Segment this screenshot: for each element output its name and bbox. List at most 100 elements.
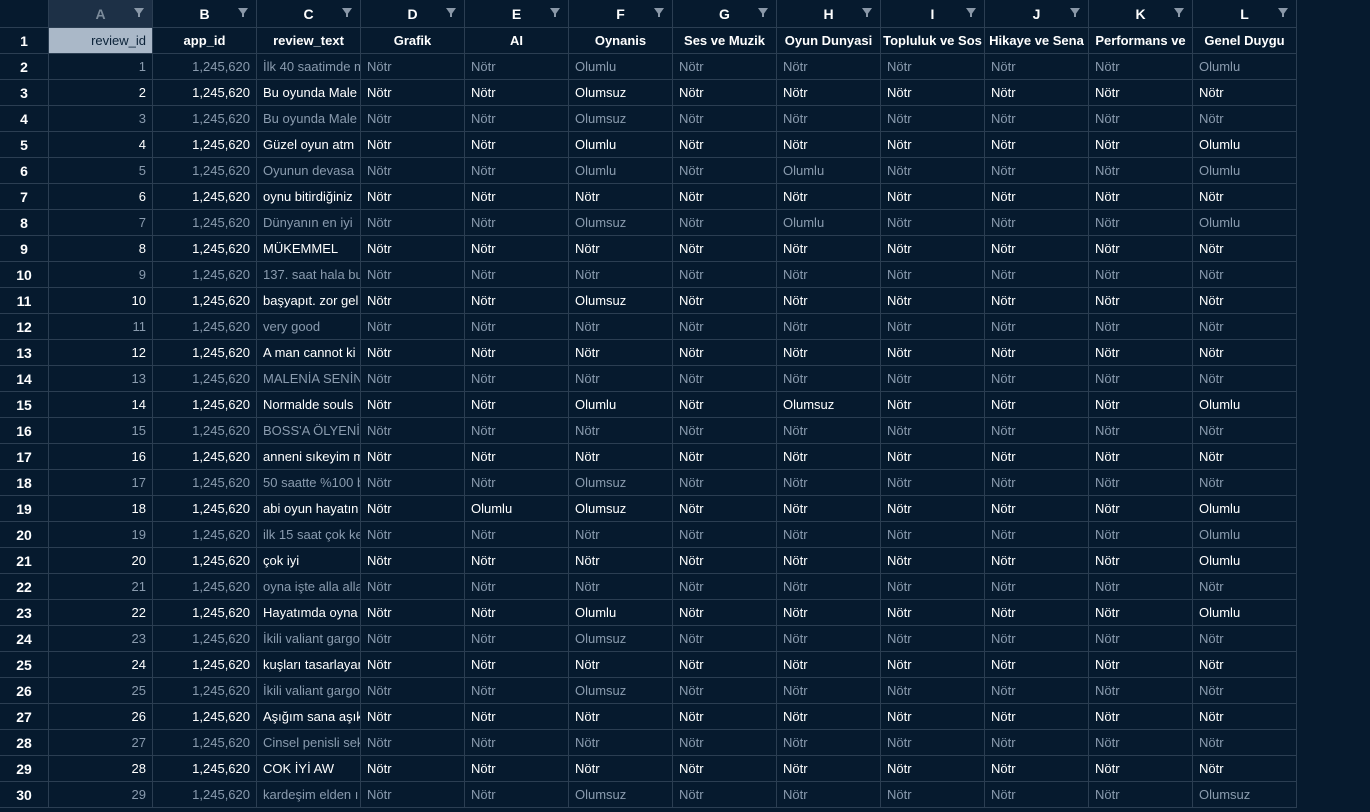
table-cell-e[interactable]: Nötr	[465, 314, 569, 340]
table-cell-d[interactable]: Nötr	[361, 470, 465, 496]
column-header-b[interactable]: B	[153, 0, 257, 28]
filter-icon[interactable]	[1070, 8, 1080, 17]
table-cell-c[interactable]: çok iyi	[257, 548, 361, 574]
table-cell-d[interactable]: Nötr	[361, 236, 465, 262]
table-cell-i[interactable]: Nötr	[881, 470, 985, 496]
table-cell-d[interactable]: Nötr	[361, 626, 465, 652]
table-cell-c[interactable]: 137. saat hala bu	[257, 262, 361, 288]
table-cell-k[interactable]: Nötr	[1089, 106, 1193, 132]
row-number[interactable]: 2	[0, 54, 49, 80]
table-cell-k[interactable]: Nötr	[1089, 470, 1193, 496]
table-cell-i[interactable]: Nötr	[881, 80, 985, 106]
table-cell-i[interactable]: Nötr	[881, 158, 985, 184]
table-cell-k[interactable]: Nötr	[1089, 262, 1193, 288]
table-cell-b[interactable]: 1,245,620	[153, 132, 257, 158]
table-cell-a[interactable]: 7	[49, 210, 153, 236]
table-cell-b[interactable]: 1,245,620	[153, 392, 257, 418]
table-cell-g[interactable]: Nötr	[673, 470, 777, 496]
table-cell-i[interactable]: Nötr	[881, 574, 985, 600]
table-cell-d[interactable]: Nötr	[361, 782, 465, 808]
table-cell-i[interactable]: Nötr	[881, 626, 985, 652]
column-header-k[interactable]: K	[1089, 0, 1193, 28]
table-cell-j[interactable]: Nötr	[985, 730, 1089, 756]
table-cell-k[interactable]: Nötr	[1089, 626, 1193, 652]
table-cell-k[interactable]: Nötr	[1089, 314, 1193, 340]
filter-icon[interactable]	[758, 8, 768, 17]
table-cell-j[interactable]: Nötr	[985, 626, 1089, 652]
table-cell-d[interactable]: Nötr	[361, 652, 465, 678]
table-cell-a[interactable]: 28	[49, 756, 153, 782]
table-cell-k[interactable]: Nötr	[1089, 392, 1193, 418]
table-cell-f[interactable]: Nötr	[569, 184, 673, 210]
table-cell-j[interactable]: Nötr	[985, 54, 1089, 80]
table-cell-j[interactable]: Nötr	[985, 704, 1089, 730]
table-cell-a[interactable]: 8	[49, 236, 153, 262]
table-cell-l[interactable]: Olumlu	[1193, 548, 1297, 574]
table-cell-c[interactable]: A man cannot ki	[257, 340, 361, 366]
table-cell-b[interactable]: 1,245,620	[153, 522, 257, 548]
table-cell-b[interactable]: 1,245,620	[153, 730, 257, 756]
table-cell-i[interactable]: Nötr	[881, 496, 985, 522]
table-cell-c[interactable]: MÜKEMMEL	[257, 236, 361, 262]
table-cell-b[interactable]: 1,245,620	[153, 236, 257, 262]
table-cell-k[interactable]: Nötr	[1089, 522, 1193, 548]
filter-icon[interactable]	[238, 8, 248, 17]
table-cell-h[interactable]: Nötr	[777, 470, 881, 496]
table-cell-g[interactable]: Nötr	[673, 730, 777, 756]
table-cell-e[interactable]: Nötr	[465, 574, 569, 600]
table-cell-l[interactable]: Nötr	[1193, 652, 1297, 678]
table-cell-g[interactable]: Nötr	[673, 314, 777, 340]
header-cell-a[interactable]: review_id	[49, 28, 153, 54]
table-cell-k[interactable]: Nötr	[1089, 54, 1193, 80]
table-cell-f[interactable]: Nötr	[569, 652, 673, 678]
table-cell-l[interactable]: Nötr	[1193, 262, 1297, 288]
table-cell-f[interactable]: Nötr	[569, 340, 673, 366]
table-cell-e[interactable]: Nötr	[465, 470, 569, 496]
table-cell-j[interactable]: Nötr	[985, 314, 1089, 340]
table-cell-a[interactable]: 13	[49, 366, 153, 392]
table-cell-a[interactable]: 3	[49, 106, 153, 132]
table-cell-l[interactable]: Olumlu	[1193, 522, 1297, 548]
table-cell-i[interactable]: Nötr	[881, 600, 985, 626]
table-cell-i[interactable]: Nötr	[881, 444, 985, 470]
table-cell-k[interactable]: Nötr	[1089, 158, 1193, 184]
row-number[interactable]: 6	[0, 158, 49, 184]
table-cell-a[interactable]: 26	[49, 704, 153, 730]
table-cell-h[interactable]: Nötr	[777, 730, 881, 756]
table-cell-c[interactable]: kuşları tasarlayan	[257, 652, 361, 678]
table-cell-f[interactable]: Olumsuz	[569, 210, 673, 236]
table-cell-a[interactable]: 17	[49, 470, 153, 496]
table-cell-h[interactable]: Nötr	[777, 782, 881, 808]
table-cell-d[interactable]: Nötr	[361, 444, 465, 470]
header-cell-g[interactable]: Ses ve Muzik	[673, 28, 777, 54]
table-cell-e[interactable]: Nötr	[465, 210, 569, 236]
table-cell-b[interactable]: 1,245,620	[153, 574, 257, 600]
table-cell-j[interactable]: Nötr	[985, 574, 1089, 600]
table-cell-h[interactable]: Nötr	[777, 184, 881, 210]
table-cell-d[interactable]: Nötr	[361, 132, 465, 158]
table-cell-c[interactable]: Bu oyunda Male	[257, 106, 361, 132]
table-cell-l[interactable]: Nötr	[1193, 80, 1297, 106]
row-number[interactable]: 5	[0, 132, 49, 158]
table-cell-g[interactable]: Nötr	[673, 54, 777, 80]
header-cell-k[interactable]: Performans ve	[1089, 28, 1193, 54]
table-cell-l[interactable]: Nötr	[1193, 106, 1297, 132]
table-cell-e[interactable]: Nötr	[465, 782, 569, 808]
table-cell-j[interactable]: Nötr	[985, 106, 1089, 132]
table-cell-a[interactable]: 9	[49, 262, 153, 288]
column-header-j[interactable]: J	[985, 0, 1089, 28]
table-cell-g[interactable]: Nötr	[673, 574, 777, 600]
filter-icon[interactable]	[446, 8, 456, 17]
table-cell-j[interactable]: Nötr	[985, 288, 1089, 314]
table-cell-l[interactable]: Nötr	[1193, 626, 1297, 652]
table-cell-j[interactable]: Nötr	[985, 184, 1089, 210]
table-cell-l[interactable]: Olumlu	[1193, 600, 1297, 626]
table-cell-e[interactable]: Nötr	[465, 340, 569, 366]
table-cell-c[interactable]: Hayatımda oyna	[257, 600, 361, 626]
table-cell-f[interactable]: Olumsuz	[569, 782, 673, 808]
table-cell-c[interactable]: BOSS'A ÖLYENİ	[257, 418, 361, 444]
table-cell-c[interactable]: başyapıt. zor gel	[257, 288, 361, 314]
table-cell-k[interactable]: Nötr	[1089, 444, 1193, 470]
table-cell-g[interactable]: Nötr	[673, 132, 777, 158]
table-cell-j[interactable]: Nötr	[985, 782, 1089, 808]
